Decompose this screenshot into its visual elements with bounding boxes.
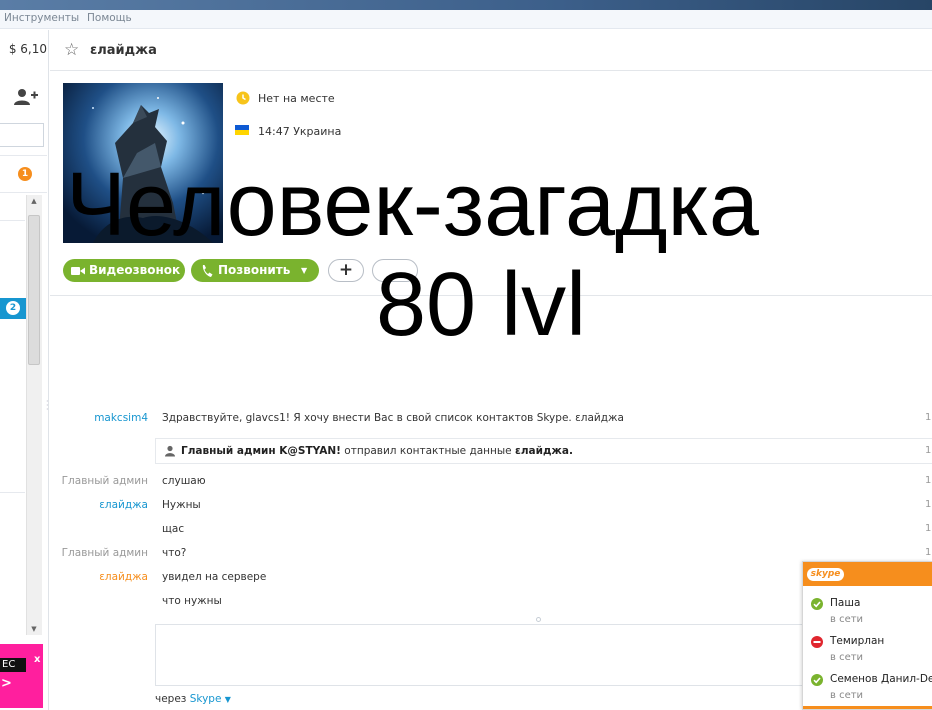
unread-badge: 2 xyxy=(6,301,20,315)
message-text: Здравствуйте, glavcs1! Я хочу внести Вас… xyxy=(162,412,624,424)
conversation-header: ☆ εлайджа xyxy=(50,30,932,71)
message-sender[interactable]: makcsim4 xyxy=(50,412,148,424)
ad-banner[interactable]: EC x > xyxy=(0,644,43,708)
call-button[interactable]: Позвонить ▼ xyxy=(191,259,319,282)
message-sender[interactable]: Главный админ xyxy=(50,475,148,487)
online-status-icon xyxy=(811,598,823,610)
chat-message: makcsim4 Здравствуйте, glavcs1! Я хочу в… xyxy=(50,412,932,432)
busy-status-icon xyxy=(811,636,823,648)
popup-contact-status: в сети xyxy=(830,690,864,701)
message-time: 1 xyxy=(925,412,932,423)
sidebar-divider xyxy=(0,220,25,221)
popup-contact-status: в сети xyxy=(830,614,864,625)
sidebar-divider xyxy=(0,492,25,493)
ad-close-icon[interactable]: x xyxy=(34,654,40,665)
chevron-down-icon[interactable]: ▼ xyxy=(301,259,307,282)
phone-icon xyxy=(200,259,214,290)
sidebar-item-active[interactable]: 2 xyxy=(0,298,26,319)
message-time: 1 xyxy=(925,499,932,510)
popup-header: skype xyxy=(803,562,932,586)
chat-message: 1 xyxy=(50,445,932,465)
away-status-icon xyxy=(236,91,250,105)
message-text: что нужны xyxy=(162,595,222,607)
online-status-icon xyxy=(811,674,823,686)
popup-contact-status: в сети xyxy=(830,652,864,663)
chevron-down-icon[interactable]: ▼ xyxy=(225,695,231,704)
popup-bottom-bar xyxy=(803,706,932,709)
message-sender[interactable]: εлайджа xyxy=(50,499,148,511)
menu-bar: Инструменты Помощь xyxy=(0,10,932,29)
contact-name[interactable]: εлайджа xyxy=(90,43,157,58)
message-text: Нужны xyxy=(162,499,201,511)
resize-handle[interactable] xyxy=(536,617,541,622)
ad-label: EC xyxy=(0,658,26,672)
skype-window: Инструменты Помощь $ 6,10 1 ▲ ▼ 2 · · · EC xyxy=(0,0,932,710)
chat-message: щас 1 xyxy=(50,523,932,543)
message-text: щас xyxy=(162,523,185,535)
star-outline-icon[interactable]: ☆ xyxy=(64,40,79,60)
skype-logo: skype xyxy=(807,568,844,581)
popup-contact[interactable]: Семенов Данил-Denc в сети xyxy=(803,670,932,708)
sidebar-divider xyxy=(0,155,47,156)
online-contacts-popup[interactable]: skype Паша в сети Темирлан в сети Семено… xyxy=(802,561,932,710)
popup-contact-name: Темирлан xyxy=(830,635,885,647)
add-button[interactable]: + xyxy=(328,259,364,282)
ad-arrow-icon[interactable]: > xyxy=(1,676,12,691)
message-text: слушаю xyxy=(162,475,206,487)
message-text: увидел на сервере xyxy=(162,571,267,583)
message-sender[interactable]: Главный админ xyxy=(50,547,148,559)
popup-contact[interactable]: Паша в сети xyxy=(803,594,932,632)
message-sender[interactable]: εлайджа xyxy=(50,571,148,583)
chat-message: Главный админ слушаю 1 xyxy=(50,475,932,495)
sidebar: $ 6,10 1 ▲ ▼ 2 · · · EC x > xyxy=(0,30,49,710)
chat-message: εлайджа Нужны 1 xyxy=(50,499,932,519)
local-time: 14:47 Украина xyxy=(258,125,342,138)
scroll-down-icon[interactable]: ▼ xyxy=(28,623,40,635)
scroll-up-icon[interactable]: ▲ xyxy=(28,195,40,207)
video-camera-icon xyxy=(70,259,86,290)
add-contact-icon[interactable] xyxy=(13,88,39,106)
chat-message: Главный админ что? 1 xyxy=(50,547,932,567)
call-label: Позвонить xyxy=(218,263,291,277)
sidebar-divider xyxy=(0,192,47,193)
sidebar-search-input[interactable] xyxy=(0,123,44,147)
splitter-handle[interactable]: · · · xyxy=(46,398,49,414)
menu-help[interactable]: Помощь xyxy=(87,12,132,24)
popup-contact[interactable]: Темирлан в сети xyxy=(803,632,932,670)
overlay-caption-line1: Человек-загадка xyxy=(66,155,759,255)
menu-tools[interactable]: Инструменты xyxy=(4,12,79,24)
popup-contact-name: Паша xyxy=(830,597,861,609)
send-via-selector[interactable]: через Skype ▼ xyxy=(155,693,231,705)
via-service[interactable]: Skype xyxy=(190,693,222,705)
message-time: 1 xyxy=(925,523,932,534)
message-time: 1 xyxy=(925,547,932,558)
message-time: 1 xyxy=(925,445,932,456)
chat-message: что нужны xyxy=(50,595,932,615)
video-call-label: Видеозвонок xyxy=(89,263,181,277)
overlay-caption-line2: 80 lvl xyxy=(376,255,587,355)
via-prefix: через xyxy=(155,693,190,705)
message-text: что? xyxy=(162,547,187,559)
status-text: Нет на месте xyxy=(258,92,335,105)
chat-message: εлайджа увидел на сервере xyxy=(50,571,932,591)
video-call-button[interactable]: Видеозвонок xyxy=(63,259,185,282)
window-title-band xyxy=(0,0,932,10)
notification-badge: 1 xyxy=(18,167,32,181)
ukraine-flag-icon xyxy=(235,125,249,135)
popup-contact-name: Семенов Данил-Denc xyxy=(830,673,932,685)
message-time: 1 xyxy=(925,475,932,486)
sidebar-scroll-thumb[interactable] xyxy=(28,215,40,365)
skype-credit[interactable]: $ 6,10 xyxy=(0,42,47,56)
